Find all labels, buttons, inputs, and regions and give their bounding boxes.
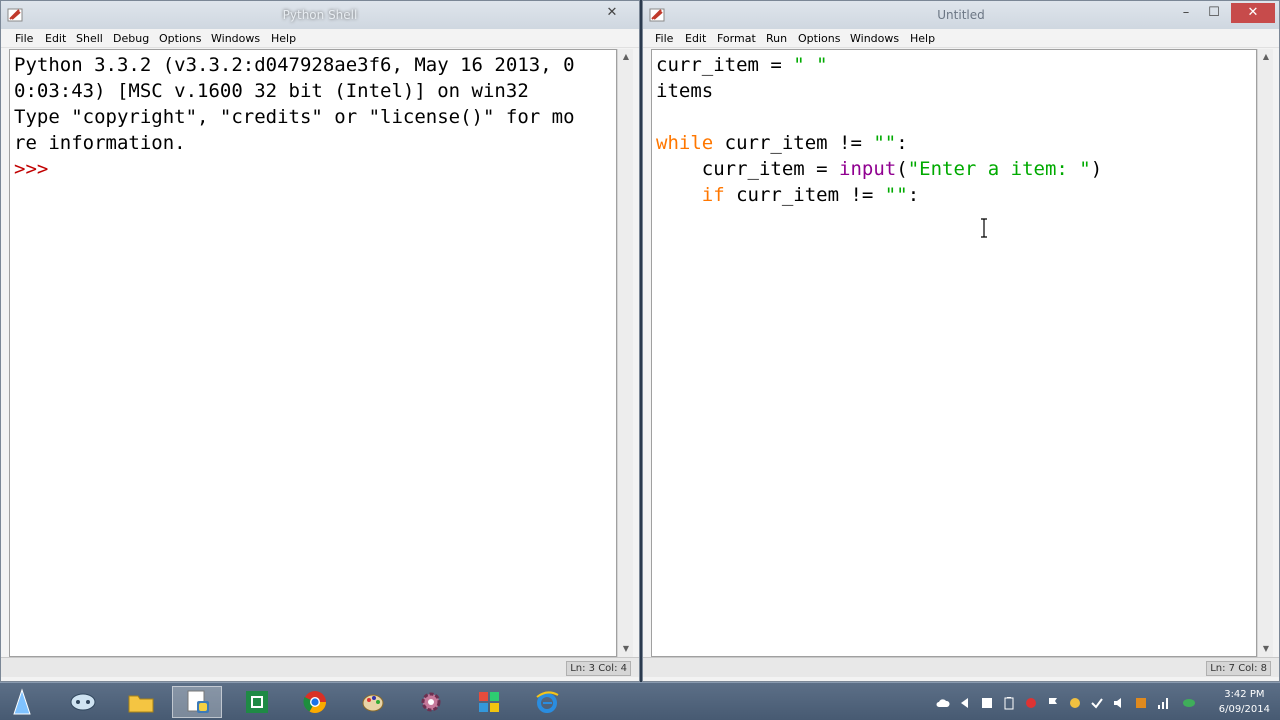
code-string: "" [884, 184, 908, 206]
network-signal-icon[interactable] [1156, 695, 1170, 709]
editor-menubar: File Edit Format Run Options Windows Hel… [643, 29, 1279, 48]
shell-menu-options[interactable]: Options [159, 32, 201, 45]
palette-icon [362, 694, 384, 712]
code-token: curr_item = [656, 54, 794, 76]
editor-cursor-position: Ln: 7 Col: 8 [1206, 661, 1271, 676]
internet-explorer-icon [536, 691, 559, 713]
scroll-up-arrow-icon[interactable]: ▲ [618, 49, 634, 65]
cloud-icon[interactable] [936, 695, 950, 709]
flag-icon[interactable] [1046, 695, 1060, 709]
code-token: curr_item != [713, 132, 874, 154]
editor-statusbar: Ln: 7 Col: 8 [643, 657, 1279, 677]
editor-vertical-scrollbar[interactable]: ▲ ▼ [1257, 49, 1273, 657]
device-icon[interactable] [980, 695, 994, 709]
shell-window-title: Python Shell [282, 8, 358, 22]
tray-arrow-icon[interactable] [958, 695, 972, 709]
shell-line: re information. [14, 132, 186, 154]
code-token: : [907, 184, 920, 206]
code-token: ) [1090, 158, 1103, 180]
editor-titlebar[interactable]: Untitled – ☐ ✕ [643, 1, 1279, 29]
check-icon[interactable] [1090, 695, 1104, 709]
scroll-up-arrow-icon[interactable]: ▲ [1258, 49, 1274, 65]
scroll-down-arrow-icon[interactable]: ▼ [1258, 641, 1274, 657]
editor-menu-file[interactable]: File [655, 32, 673, 45]
shell-vertical-scrollbar[interactable]: ▲ ▼ [617, 49, 633, 657]
windows-logo-icon [479, 692, 499, 712]
taskbar-app-steam[interactable] [58, 686, 108, 718]
code-line-1: curr_item = " " [656, 52, 828, 78]
app-tray-icon[interactable] [1134, 695, 1148, 709]
editor-menu-run[interactable]: Run [766, 32, 787, 45]
code-line-6: if curr_item != "": [656, 182, 919, 208]
settings-icon[interactable] [1068, 695, 1082, 709]
shell-prompt: >>> [14, 158, 49, 180]
code-string: "Enter a item: " [907, 158, 1091, 180]
python-shell-window: Python Shell ✕ File Edit Shell Debug Opt… [0, 0, 640, 682]
shell-menu-windows[interactable]: Windows [211, 32, 260, 45]
code-string: " " [793, 54, 828, 76]
battery-icon[interactable] [1002, 695, 1016, 710]
code-string: "" [873, 132, 897, 154]
editor-window: Untitled – ☐ ✕ File Edit Format Run Opti… [642, 0, 1280, 682]
taskbar-app-excel[interactable] [232, 686, 282, 718]
gamepad-icon [70, 693, 96, 711]
maximize-button[interactable]: ☐ [1201, 3, 1227, 23]
taskbar-app-ie[interactable] [522, 686, 572, 718]
editor-menu-windows[interactable]: Windows [850, 32, 899, 45]
code-line-2: items [656, 80, 714, 102]
editor-menu-format[interactable]: Format [717, 32, 756, 45]
code-token: ( [896, 158, 908, 180]
code-token: curr_item = [656, 158, 840, 180]
editor-menu-help[interactable]: Help [910, 32, 935, 45]
start-icon [13, 688, 31, 715]
shell-line: Python 3.3.2 (v3.3.2:d047928ae3f6, May 1… [14, 54, 575, 76]
shell-statusbar: Ln: 3 Col: 4 [1, 657, 639, 677]
shell-menu-help[interactable]: Help [271, 32, 296, 45]
editor-menu-options[interactable]: Options [798, 32, 840, 45]
shell-menu-debug[interactable]: Debug [113, 32, 149, 45]
taskbar-app-store[interactable] [464, 686, 514, 718]
taskbar-app-explorer[interactable] [116, 686, 166, 718]
minimize-button[interactable]: – [1173, 3, 1199, 23]
gear-icon [421, 692, 441, 712]
clock-date: 6/09/2014 [1218, 704, 1270, 715]
scroll-down-arrow-icon[interactable]: ▼ [618, 641, 634, 657]
taskbar-app-paint[interactable] [348, 686, 398, 718]
folder-icon [128, 695, 154, 713]
code-token: : [896, 132, 908, 154]
status-indicator-icon[interactable] [1182, 695, 1196, 709]
shell-line: Type "copyright", "credits" or "license(… [14, 106, 575, 128]
shell-menubar: File Edit Shell Debug Options Windows He… [1, 29, 639, 48]
taskbar: 3:42 PM 6/09/2014 [0, 682, 1280, 720]
chrome-icon [303, 691, 326, 713]
editor-menu-edit[interactable]: Edit [685, 32, 706, 45]
spreadsheet-icon [246, 691, 268, 713]
record-icon[interactable] [1024, 695, 1038, 709]
clock-time: 3:42 PM [1224, 689, 1265, 700]
code-builtin: input [839, 158, 897, 180]
shell-titlebar[interactable]: Python Shell ✕ [1, 1, 639, 29]
shell-line: 0:03:43) [MSC v.1600 32 bit (Intel)] on … [14, 80, 529, 102]
code-line-4: while curr_item != "": [656, 130, 908, 156]
code-keyword: if [656, 184, 725, 206]
taskbar-clock[interactable]: 3:42 PM 6/09/2014 [1219, 687, 1270, 717]
python-file-icon [187, 690, 209, 713]
code-keyword: while [656, 132, 714, 154]
taskbar-app-tool[interactable] [406, 686, 456, 718]
taskbar-app-python[interactable] [172, 686, 222, 718]
shell-menu-edit[interactable]: Edit [45, 32, 66, 45]
editor-close-button[interactable]: ✕ [1231, 3, 1275, 23]
shell-output-area[interactable]: Python 3.3.2 (v3.3.2:d047928ae3f6, May 1… [9, 49, 617, 657]
ibeam-cursor-icon [981, 218, 987, 238]
taskbar-app-chrome[interactable] [290, 686, 340, 718]
volume-icon[interactable] [1112, 695, 1126, 709]
shell-cursor-position: Ln: 3 Col: 4 [566, 661, 631, 676]
code-token: curr_item != [724, 184, 885, 206]
code-line-5: curr_item = input("Enter a item: ") [656, 156, 1102, 182]
start-button[interactable] [2, 686, 42, 718]
code-editor-area[interactable]: curr_item = " " items while curr_item !=… [651, 49, 1257, 657]
shell-menu-shell[interactable]: Shell [76, 32, 103, 45]
shell-menu-file[interactable]: File [15, 32, 33, 45]
shell-close-button[interactable]: ✕ [599, 3, 625, 23]
